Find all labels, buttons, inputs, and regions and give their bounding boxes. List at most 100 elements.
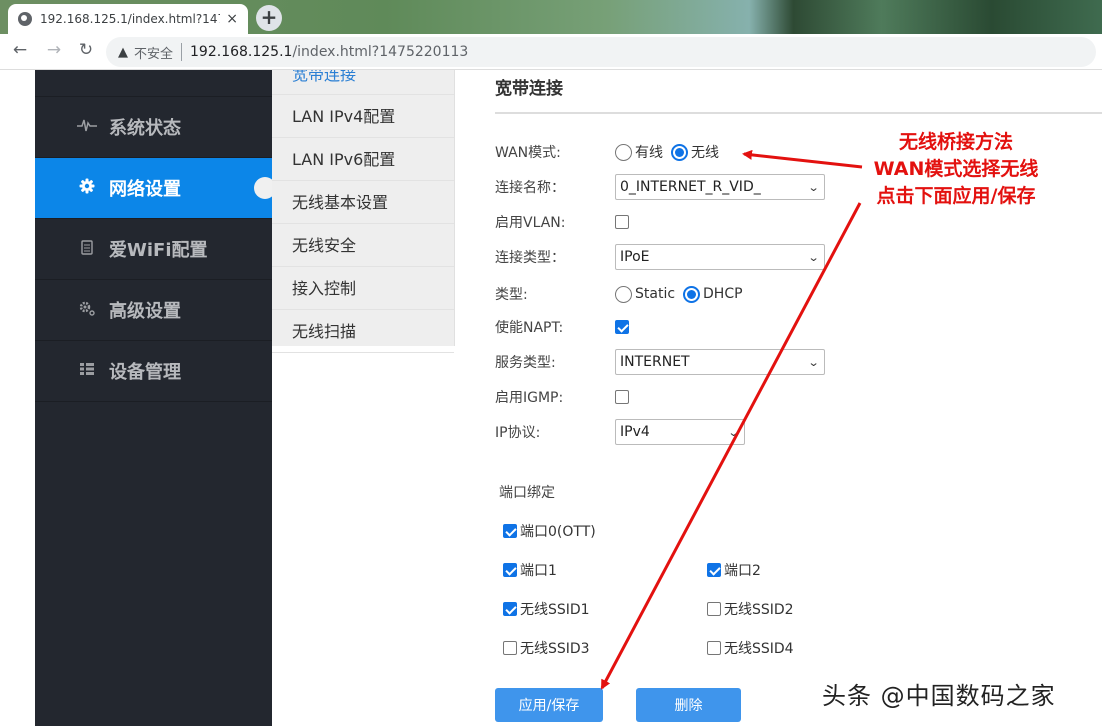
enable-igmp-checkbox[interactable] [615,390,629,404]
type-static-label[interactable]: Static [635,286,675,302]
enable-vlan-checkbox[interactable] [615,215,629,229]
port-0-ott[interactable]: 端口0(OTT) [503,521,596,541]
submenu-item-lan-ipv4[interactable]: LAN IPv4配置 [272,95,454,138]
port-0-checkbox[interactable] [503,524,517,538]
port-label: 无线SSID1 [520,602,590,618]
port-label: 端口0(OTT) [520,524,596,540]
sidebar-item-network-settings[interactable]: 网络设置 [35,158,276,219]
port-1-checkbox[interactable] [503,563,517,577]
ssid-4-checkbox[interactable] [707,641,721,655]
wan-mode-wired-radio[interactable] [615,143,632,161]
ssid-4[interactable]: 无线SSID4 [707,638,794,658]
page-title: 宽带连接 [495,79,563,99]
ssid-3-checkbox[interactable] [503,641,517,655]
enable-igmp-row: 启用IGMP: [495,382,629,412]
service-type-label: 服务类型: [495,355,556,371]
port-label: 无线SSID3 [520,641,590,657]
sidebar-item-label: 高级设置 [109,301,181,322]
warning-icon[interactable]: ▲ [118,45,128,60]
port-label: 无线SSID4 [724,641,794,657]
sidebar-item-device-management[interactable]: 设备管理 [35,341,272,402]
connection-name-select[interactable]: 0_INTERNET_R_VID_ ⌄ [615,174,825,200]
port-binding-title: 端口绑定 [499,485,555,501]
enable-napt-row: 使能NAPT: [495,312,629,342]
sidebar-top-spacer [35,70,272,97]
port-label: 无线SSID2 [724,602,794,618]
enable-vlan-row: 启用VLAN: [495,207,629,237]
gears-icon [77,300,97,320]
divider [495,112,1102,114]
service-type-select[interactable]: INTERNET ⌄ [615,349,825,375]
close-icon[interactable]: × [226,11,238,27]
pulse-icon [77,118,97,136]
ssid-1[interactable]: 无线SSID1 [503,599,590,619]
ssid-2-checkbox[interactable] [707,602,721,616]
browser-tab[interactable]: 192.168.125.1/index.html?147 × [8,4,248,34]
address-bar: ← → ↻ ▲ 不安全 192.168.125.1/index.html?147… [0,34,1102,70]
forward-arrow-icon[interactable]: → [42,40,66,60]
type-row: 类型: Static DHCP [495,279,751,309]
url-host: 192.168.125.1 [190,44,293,60]
ssid-3[interactable]: 无线SSID3 [503,638,590,658]
chevron-down-icon: ⌄ [807,250,820,264]
wan-mode-wireless-radio[interactable] [671,143,688,161]
chevron-down-icon: ⌄ [807,355,820,369]
submenu-item-broadband[interactable]: 宽带连接 [272,70,454,95]
back-arrow-icon[interactable]: ← [8,40,32,60]
enable-napt-label: 使能NAPT: [495,320,564,336]
wan-mode-wireless-label[interactable]: 无线 [691,142,719,162]
submenu-item-wireless-security[interactable]: 无线安全 [272,224,454,267]
connection-type-select[interactable]: IPoE ⌄ [615,244,825,270]
url-input[interactable]: ▲ 不安全 192.168.125.1/index.html?147522011… [106,37,1096,67]
port-label: 端口1 [520,563,557,579]
sidebar-item-system-status[interactable]: 系统状态 [35,97,272,158]
connection-name-row: 连接名称： 0_INTERNET_R_VID_ ⌄ [495,172,825,202]
service-type-value: INTERNET [620,354,690,370]
tab-title: 192.168.125.1/index.html?147 [40,12,221,26]
new-tab-button[interactable]: + [256,5,282,31]
wan-mode-row: WAN模式: 有线 无线 [495,137,727,167]
port-1[interactable]: 端口1 [503,560,557,580]
globe-icon [18,12,32,26]
security-label[interactable]: 不安全 [134,43,173,62]
port-2-checkbox[interactable] [707,563,721,577]
grid-list-icon [77,362,97,380]
annotation-line: WAN模式选择无线 [873,158,1039,180]
ip-protocol-row: IP协议: IPv4 ⌄ [495,417,745,447]
apply-save-button[interactable]: 应用/保存 [495,688,603,722]
connection-name-value: 0_INTERNET_R_VID_ [620,179,761,195]
reload-icon[interactable]: ↻ [74,40,98,60]
ip-protocol-value: IPv4 [620,424,650,440]
annotation-text: 无线桥接方法 WAN模式选择无线 点击下面应用/保存 [856,129,1056,210]
port-label: 端口2 [724,563,761,579]
gear-icon [77,178,97,198]
sidebar-item-label: 设备管理 [109,362,181,383]
document-icon [77,239,97,259]
submenu-item-access-control[interactable]: 接入控制 [272,267,454,310]
connection-type-label: 连接类型： [495,250,565,266]
delete-button[interactable]: 删除 [636,688,741,722]
ip-protocol-label: IP协议: [495,425,541,441]
enable-vlan-label: 启用VLAN: [495,215,566,231]
port-2[interactable]: 端口2 [707,560,761,580]
enable-igmp-label: 启用IGMP: [495,390,564,406]
annotation-line: 点击下面应用/保存 [876,185,1036,207]
url-path: /index.html?1475220113 [292,44,469,60]
sidebar-item-advanced-settings[interactable]: 高级设置 [35,280,272,341]
sidebar: 系统状态 网络设置 爱WiFi配置 高级设置 设备管理 [35,70,276,726]
type-static-radio[interactable] [615,285,632,303]
type-dhcp-label[interactable]: DHCP [703,286,743,302]
ssid-2[interactable]: 无线SSID2 [707,599,794,619]
submenu: 宽带连接 LAN IPv4配置 LAN IPv6配置 无线基本设置 无线安全 接… [272,70,455,353]
divider [181,43,183,61]
ssid-1-checkbox[interactable] [503,602,517,616]
submenu-item-wireless-basic[interactable]: 无线基本设置 [272,181,454,224]
chevron-down-icon: ⌄ [727,425,740,439]
wan-mode-wired-label[interactable]: 有线 [635,142,663,162]
sidebar-item-aiwifi[interactable]: 爱WiFi配置 [35,219,272,280]
type-dhcp-radio[interactable] [683,285,701,303]
ip-protocol-select[interactable]: IPv4 ⌄ [615,419,745,445]
submenu-item-wireless-scan[interactable]: 无线扫描 [272,310,454,353]
enable-napt-checkbox[interactable] [615,320,629,334]
submenu-item-lan-ipv6[interactable]: LAN IPv6配置 [272,138,454,181]
